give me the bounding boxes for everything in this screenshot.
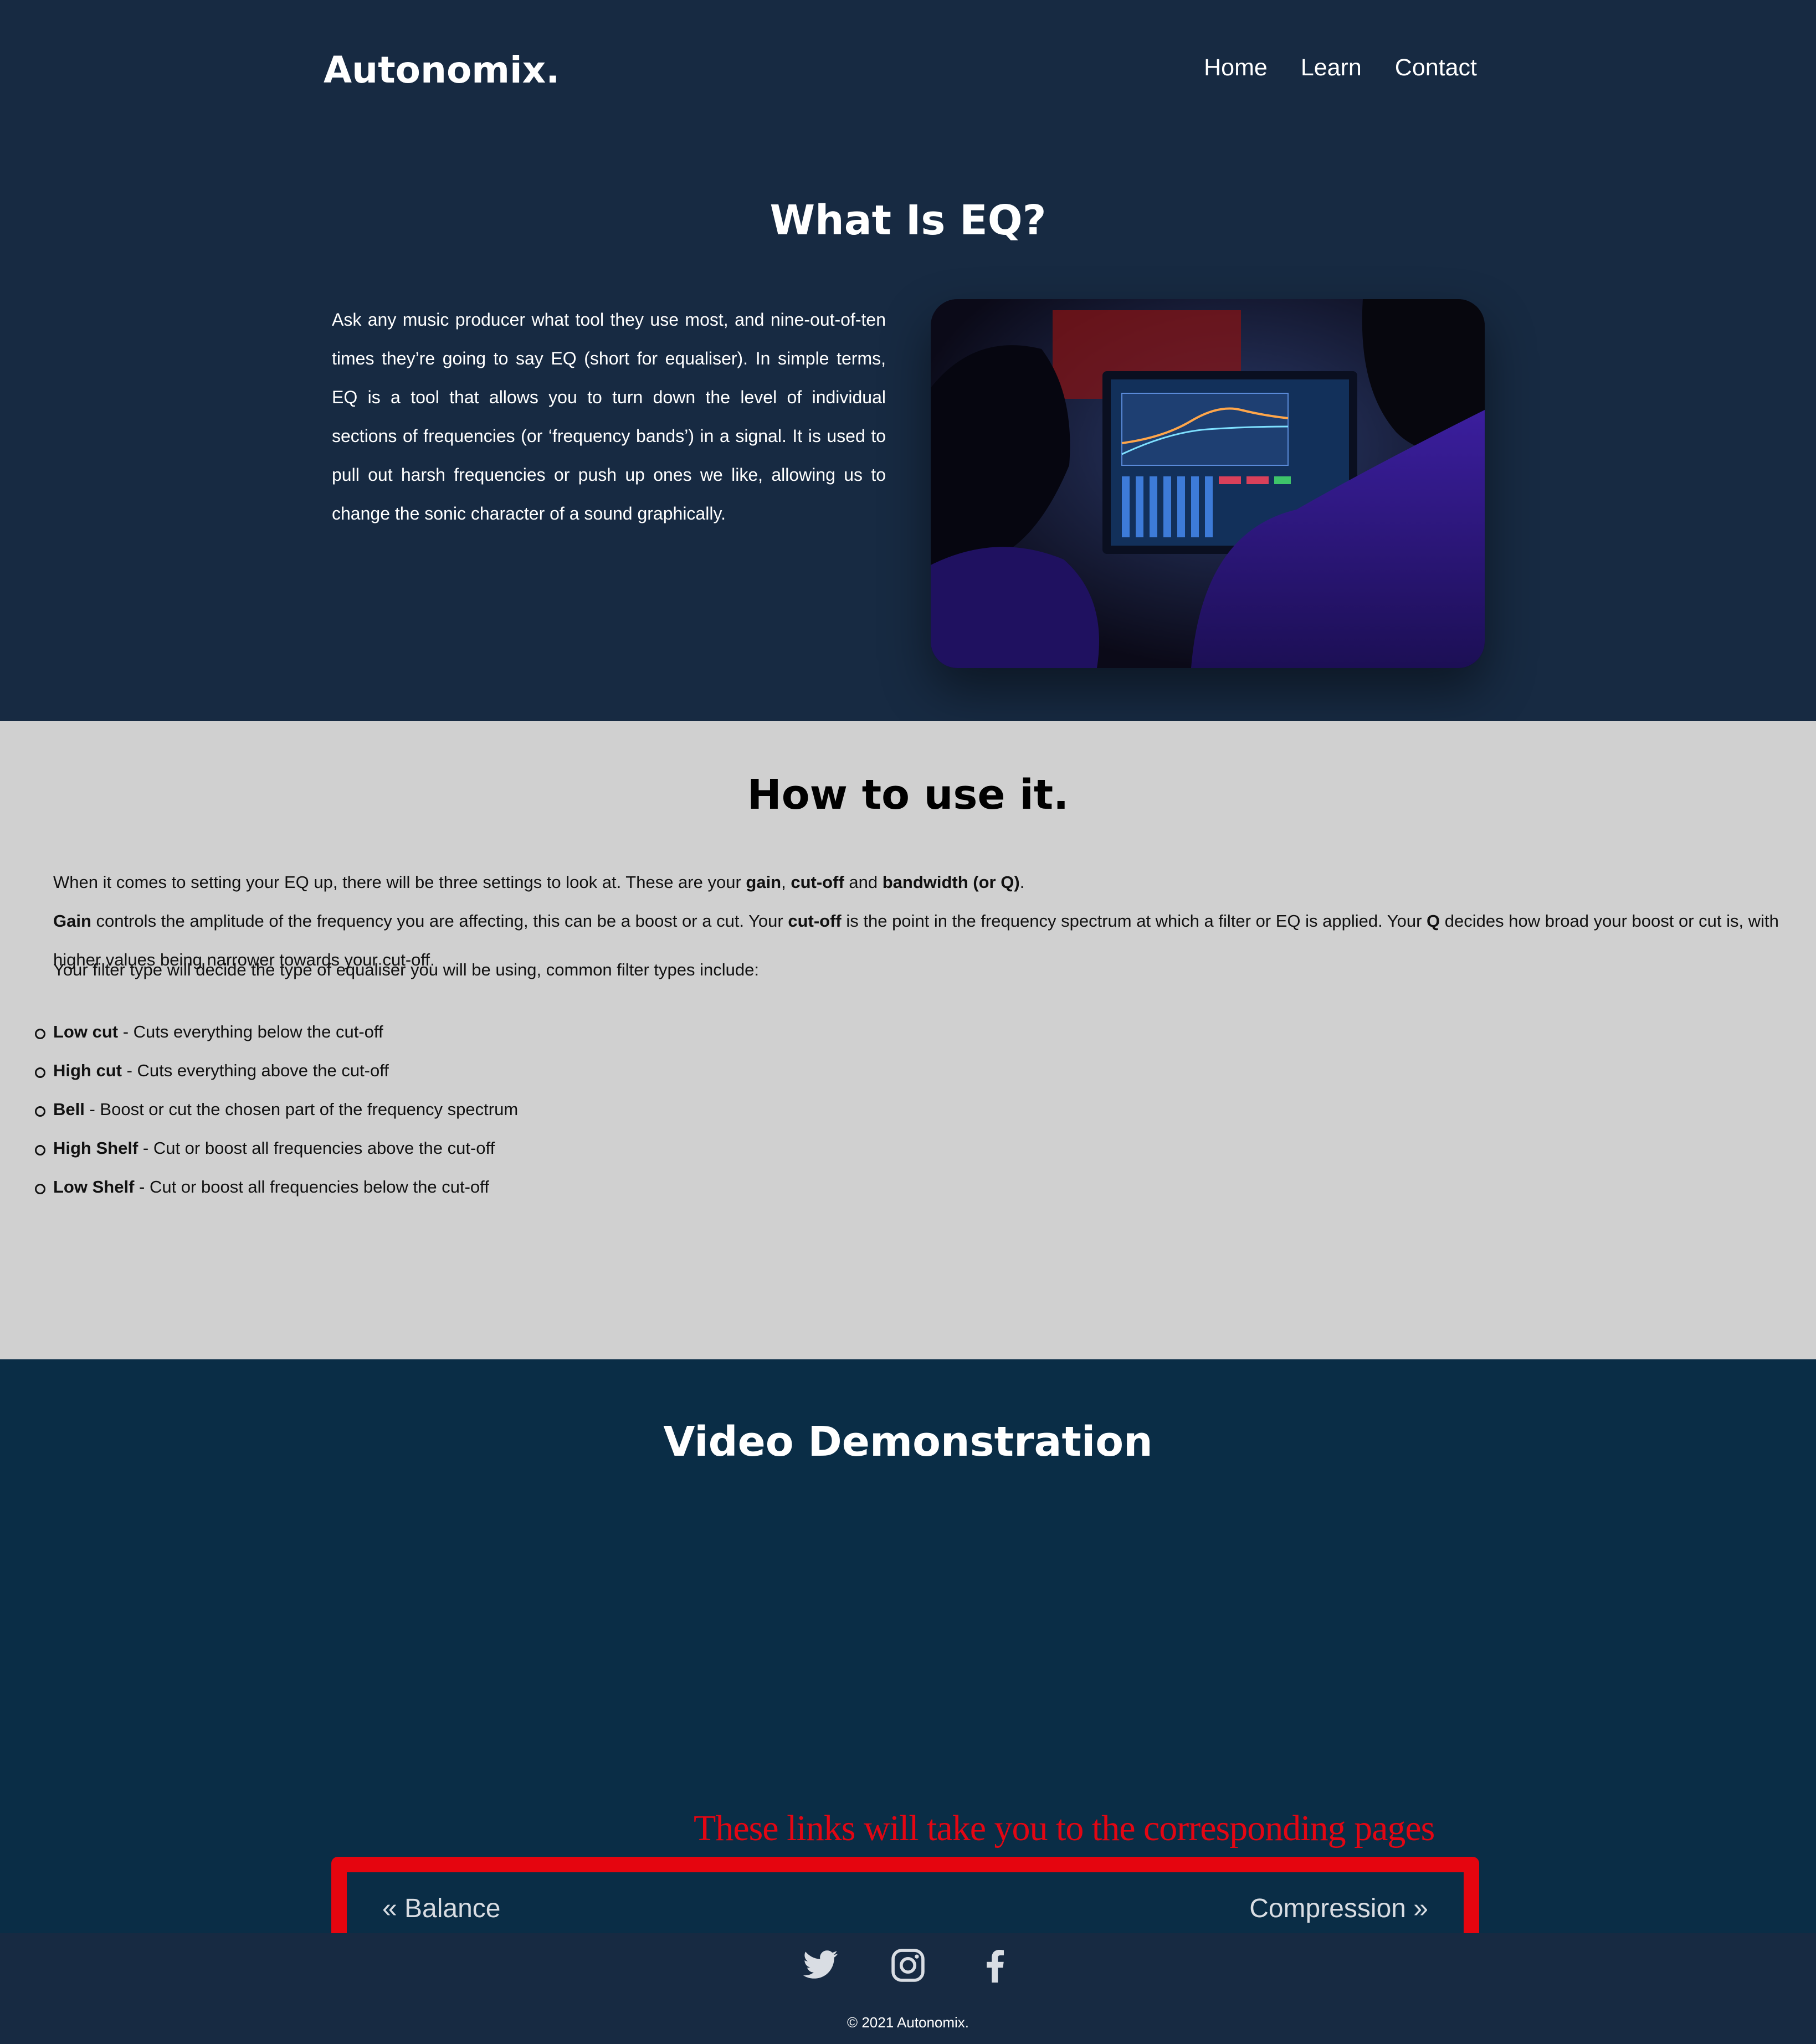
intro-text: Ask any music producer what tool they us… xyxy=(332,310,886,523)
text-span: is the point in the frequency spectrum a… xyxy=(841,911,1427,931)
footer: © 2021 Autonomix. xyxy=(0,1933,1816,2044)
filter-desc: - Boost or cut the chosen part of the fr… xyxy=(84,1100,519,1119)
howto-title: How to use it. xyxy=(747,771,1069,819)
list-item: High Shelf - Cut or boost all frequencie… xyxy=(34,1129,518,1168)
header-section: Autonomix. Home Learn Contact What Is EQ… xyxy=(0,0,1816,721)
list-item: Bell - Boost or cut the chosen part of t… xyxy=(34,1090,519,1129)
bold-cutoff: cut-off xyxy=(788,911,842,931)
filter-intro-text: Your filter type will decide the type of… xyxy=(53,960,759,979)
text-span: When it comes to setting your EQ up, the… xyxy=(53,872,746,892)
bold-bandwidth: bandwidth (or Q) xyxy=(882,872,1020,892)
nav-learn-link[interactable]: Learn xyxy=(1301,54,1362,81)
instagram-icon[interactable] xyxy=(889,1947,927,1984)
filter-name: Low Shelf xyxy=(53,1177,135,1196)
filter-desc: - Cuts everything below the cut-off xyxy=(118,1022,383,1041)
hero-image xyxy=(931,299,1485,668)
bold-gain: gain xyxy=(746,872,782,892)
annotation-callout: These links will take you to the corresp… xyxy=(694,1808,1435,1848)
twitter-icon[interactable] xyxy=(802,1947,839,1984)
list-item: High cut - Cuts everything above the cut… xyxy=(34,1051,518,1090)
intro-title: What Is EQ? xyxy=(770,197,1046,244)
copyright-text: © 2021 Autonomix. xyxy=(847,2014,969,2031)
filter-name: Bell xyxy=(53,1100,85,1119)
bold-gain: Gain xyxy=(53,911,91,931)
text-span: and xyxy=(844,872,883,892)
text-span: controls the amplitude of the frequency … xyxy=(91,911,788,931)
filter-desc: - Cut or boost all frequencies above the… xyxy=(138,1138,495,1158)
video-title: Video Demonstration xyxy=(663,1418,1153,1466)
filter-name: Low cut xyxy=(53,1022,119,1041)
next-page-link[interactable]: Compression » xyxy=(1249,1893,1428,1924)
site-logo[interactable]: Autonomix. xyxy=(324,49,560,91)
nav-home-link[interactable]: Home xyxy=(1204,54,1268,81)
facebook-icon[interactable] xyxy=(977,1947,1014,1984)
list-item: Low cut - Cuts everything below the cut-… xyxy=(34,1013,518,1051)
howto-section: How to use it. When it comes to setting … xyxy=(0,721,1816,1359)
main-nav: Home Learn Contact xyxy=(1204,54,1477,81)
nav-contact-link[interactable]: Contact xyxy=(1395,54,1477,81)
filter-desc: - Cuts everything above the cut-off xyxy=(122,1061,389,1080)
prev-page-link[interactable]: « Balance xyxy=(382,1893,501,1924)
text-span: , xyxy=(781,872,791,892)
bold-q: Q xyxy=(1427,911,1440,931)
list-item: Low Shelf - Cut or boost all frequencies… xyxy=(34,1168,518,1206)
social-links xyxy=(0,1947,1816,1984)
bold-cutoff: cut-off xyxy=(791,872,844,892)
text-span: . xyxy=(1019,872,1025,892)
filter-name: High cut xyxy=(53,1061,122,1080)
filter-types-list: Low cut - Cuts everything below the cut-… xyxy=(34,1013,519,1206)
filter-desc: - Cut or boost all frequencies below the… xyxy=(134,1177,489,1196)
filter-name: High Shelf xyxy=(53,1138,138,1158)
